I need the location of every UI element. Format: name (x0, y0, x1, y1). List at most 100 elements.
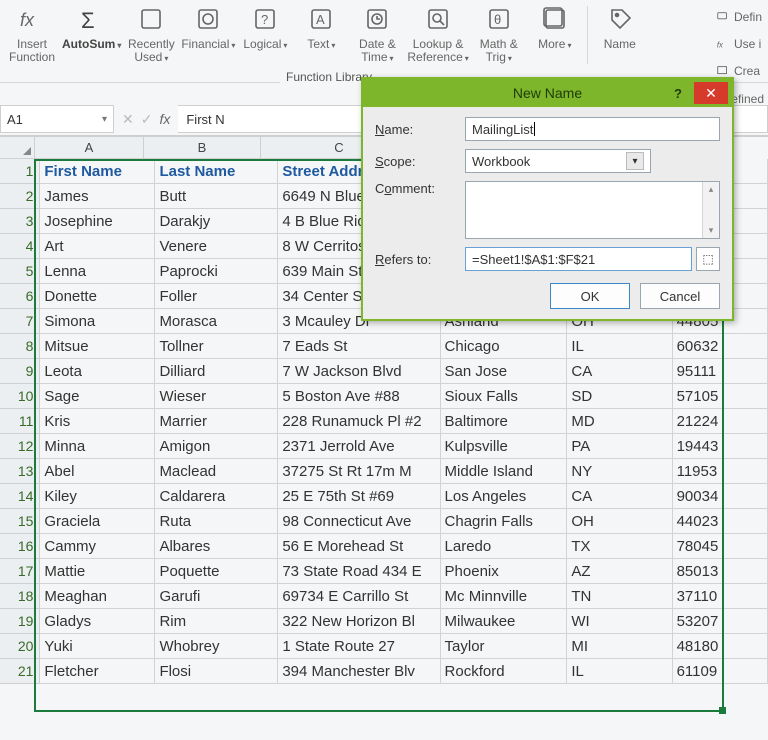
cell[interactable]: Sioux Falls (441, 384, 568, 409)
cell[interactable]: 37275 St Rt 17m M (278, 459, 440, 484)
cell[interactable]: Los Angeles (441, 484, 568, 509)
cell[interactable]: Chagrin Falls (441, 509, 568, 534)
chevron-down-icon[interactable]: ▾ (626, 152, 644, 170)
cell[interactable]: TN (567, 584, 672, 609)
cell[interactable]: Kris (40, 409, 155, 434)
cell[interactable]: AZ (567, 559, 672, 584)
cell[interactable]: 37110 (673, 584, 768, 609)
cell[interactable]: MD (567, 409, 672, 434)
cell[interactable]: 60632 (673, 334, 768, 359)
cell[interactable]: PA (567, 434, 672, 459)
use-in-formula-item[interactable]: fxUse i (716, 31, 762, 56)
cell[interactable]: Laredo (441, 534, 568, 559)
row-header[interactable]: 3 (0, 209, 40, 234)
cell[interactable]: 56 E Morehead St (278, 534, 440, 559)
cell[interactable]: Foller (155, 284, 278, 309)
cell[interactable]: Morasca (155, 309, 278, 334)
ribbon-autosum-button[interactable]: ΣAutoSum▾ (62, 4, 121, 52)
ribbon-insert-function-button[interactable]: fxInsertFunction (6, 4, 58, 64)
cell[interactable]: Yuki (40, 634, 155, 659)
cell[interactable]: Caldarera (155, 484, 278, 509)
cell[interactable]: Maclead (155, 459, 278, 484)
cell[interactable]: 95111 (673, 359, 768, 384)
row-header[interactable]: 21 (0, 659, 40, 684)
cell[interactable]: 78045 (673, 534, 768, 559)
cell[interactable]: Rim (155, 609, 278, 634)
cell[interactable]: Sage (40, 384, 155, 409)
name-box[interactable]: A1 ▾ (0, 105, 114, 133)
cell[interactable]: CA (567, 359, 672, 384)
row-header[interactable]: 20 (0, 634, 40, 659)
cell[interactable]: Dilliard (155, 359, 278, 384)
row-header[interactable]: 15 (0, 509, 40, 534)
cell[interactable]: Josephine (40, 209, 155, 234)
cell[interactable]: MI (567, 634, 672, 659)
cell[interactable]: OH (567, 509, 672, 534)
cell[interactable]: Kulpsville (441, 434, 568, 459)
cell[interactable]: Whobrey (155, 634, 278, 659)
cell[interactable]: 90034 (673, 484, 768, 509)
cancel-button[interactable]: Cancel (640, 283, 720, 309)
cell[interactable]: Mitsue (40, 334, 155, 359)
cell[interactable]: Albares (155, 534, 278, 559)
cell[interactable]: 5 Boston Ave #88 (278, 384, 440, 409)
ok-button[interactable]: OK (550, 283, 630, 309)
ribbon-text-button[interactable]: AText▾ (295, 4, 347, 52)
cell[interactable]: WI (567, 609, 672, 634)
fx-icon[interactable]: fx (159, 111, 170, 127)
cell[interactable]: Donette (40, 284, 155, 309)
row-header[interactable]: 2 (0, 184, 40, 209)
row-header[interactable]: 1 (0, 159, 40, 184)
cell[interactable]: Phoenix (441, 559, 568, 584)
comment-textarea[interactable]: ▴▾ (465, 181, 720, 239)
ribbon-date-time-button[interactable]: Date &Time▾ (351, 4, 403, 65)
define-names-item[interactable]: Defin (716, 4, 762, 29)
cell[interactable]: Fletcher (40, 659, 155, 684)
cell[interactable]: Rockford (441, 659, 568, 684)
cell[interactable]: Lenna (40, 259, 155, 284)
cell[interactable]: Wieser (155, 384, 278, 409)
cell[interactable]: San Jose (441, 359, 568, 384)
cell[interactable]: 73 State Road 434 E (278, 559, 440, 584)
dialog-titlebar[interactable]: New Name ? ✕ (363, 79, 732, 107)
help-icon[interactable]: ? (664, 79, 692, 107)
cell[interactable]: 98 Connecticut Ave (278, 509, 440, 534)
row-header[interactable]: 12 (0, 434, 40, 459)
ribbon-lookup-reference-button[interactable]: Lookup &Reference▾ (407, 4, 468, 65)
cell[interactable]: Paprocki (155, 259, 278, 284)
cell[interactable]: Kiley (40, 484, 155, 509)
range-picker-icon[interactable]: ⬚ (696, 247, 720, 271)
cell[interactable]: Leota (40, 359, 155, 384)
ribbon-name-button[interactable]: Name (594, 4, 646, 51)
cell[interactable]: 25 E 75th St #69 (278, 484, 440, 509)
ribbon-math-trig-button[interactable]: θMath &Trig▾ (473, 4, 525, 65)
cell[interactable]: 85013 (673, 559, 768, 584)
cell[interactable]: Simona (40, 309, 155, 334)
cell[interactable]: 57105 (673, 384, 768, 409)
cell[interactable]: 228 Runamuck Pl #2 (278, 409, 440, 434)
row-header[interactable]: 8 (0, 334, 40, 359)
ribbon-more-button[interactable]: More▾ (529, 4, 581, 52)
row-header[interactable]: 17 (0, 559, 40, 584)
cell[interactable]: 394 Manchester Blv (278, 659, 440, 684)
cell[interactable]: NY (567, 459, 672, 484)
cell[interactable]: First Name (40, 159, 155, 184)
row-header[interactable]: 18 (0, 584, 40, 609)
cell[interactable]: Flosi (155, 659, 278, 684)
close-icon[interactable]: ✕ (694, 82, 728, 104)
ribbon-logical-button[interactable]: ?Logical▾ (239, 4, 291, 52)
cell[interactable]: 44023 (673, 509, 768, 534)
cell[interactable]: James (40, 184, 155, 209)
scope-select[interactable]: Workbook▾ (465, 149, 651, 173)
cell[interactable]: 48180 (673, 634, 768, 659)
cell[interactable]: SD (567, 384, 672, 409)
cell[interactable]: Milwaukee (441, 609, 568, 634)
col-header[interactable]: B (144, 137, 261, 159)
cell[interactable]: 21224 (673, 409, 768, 434)
cell[interactable]: Graciela (40, 509, 155, 534)
cell[interactable]: Venere (155, 234, 278, 259)
select-all-corner[interactable] (0, 137, 35, 159)
cell[interactable]: Mc Minnville (441, 584, 568, 609)
cell[interactable]: Chicago (441, 334, 568, 359)
cell[interactable]: Tollner (155, 334, 278, 359)
